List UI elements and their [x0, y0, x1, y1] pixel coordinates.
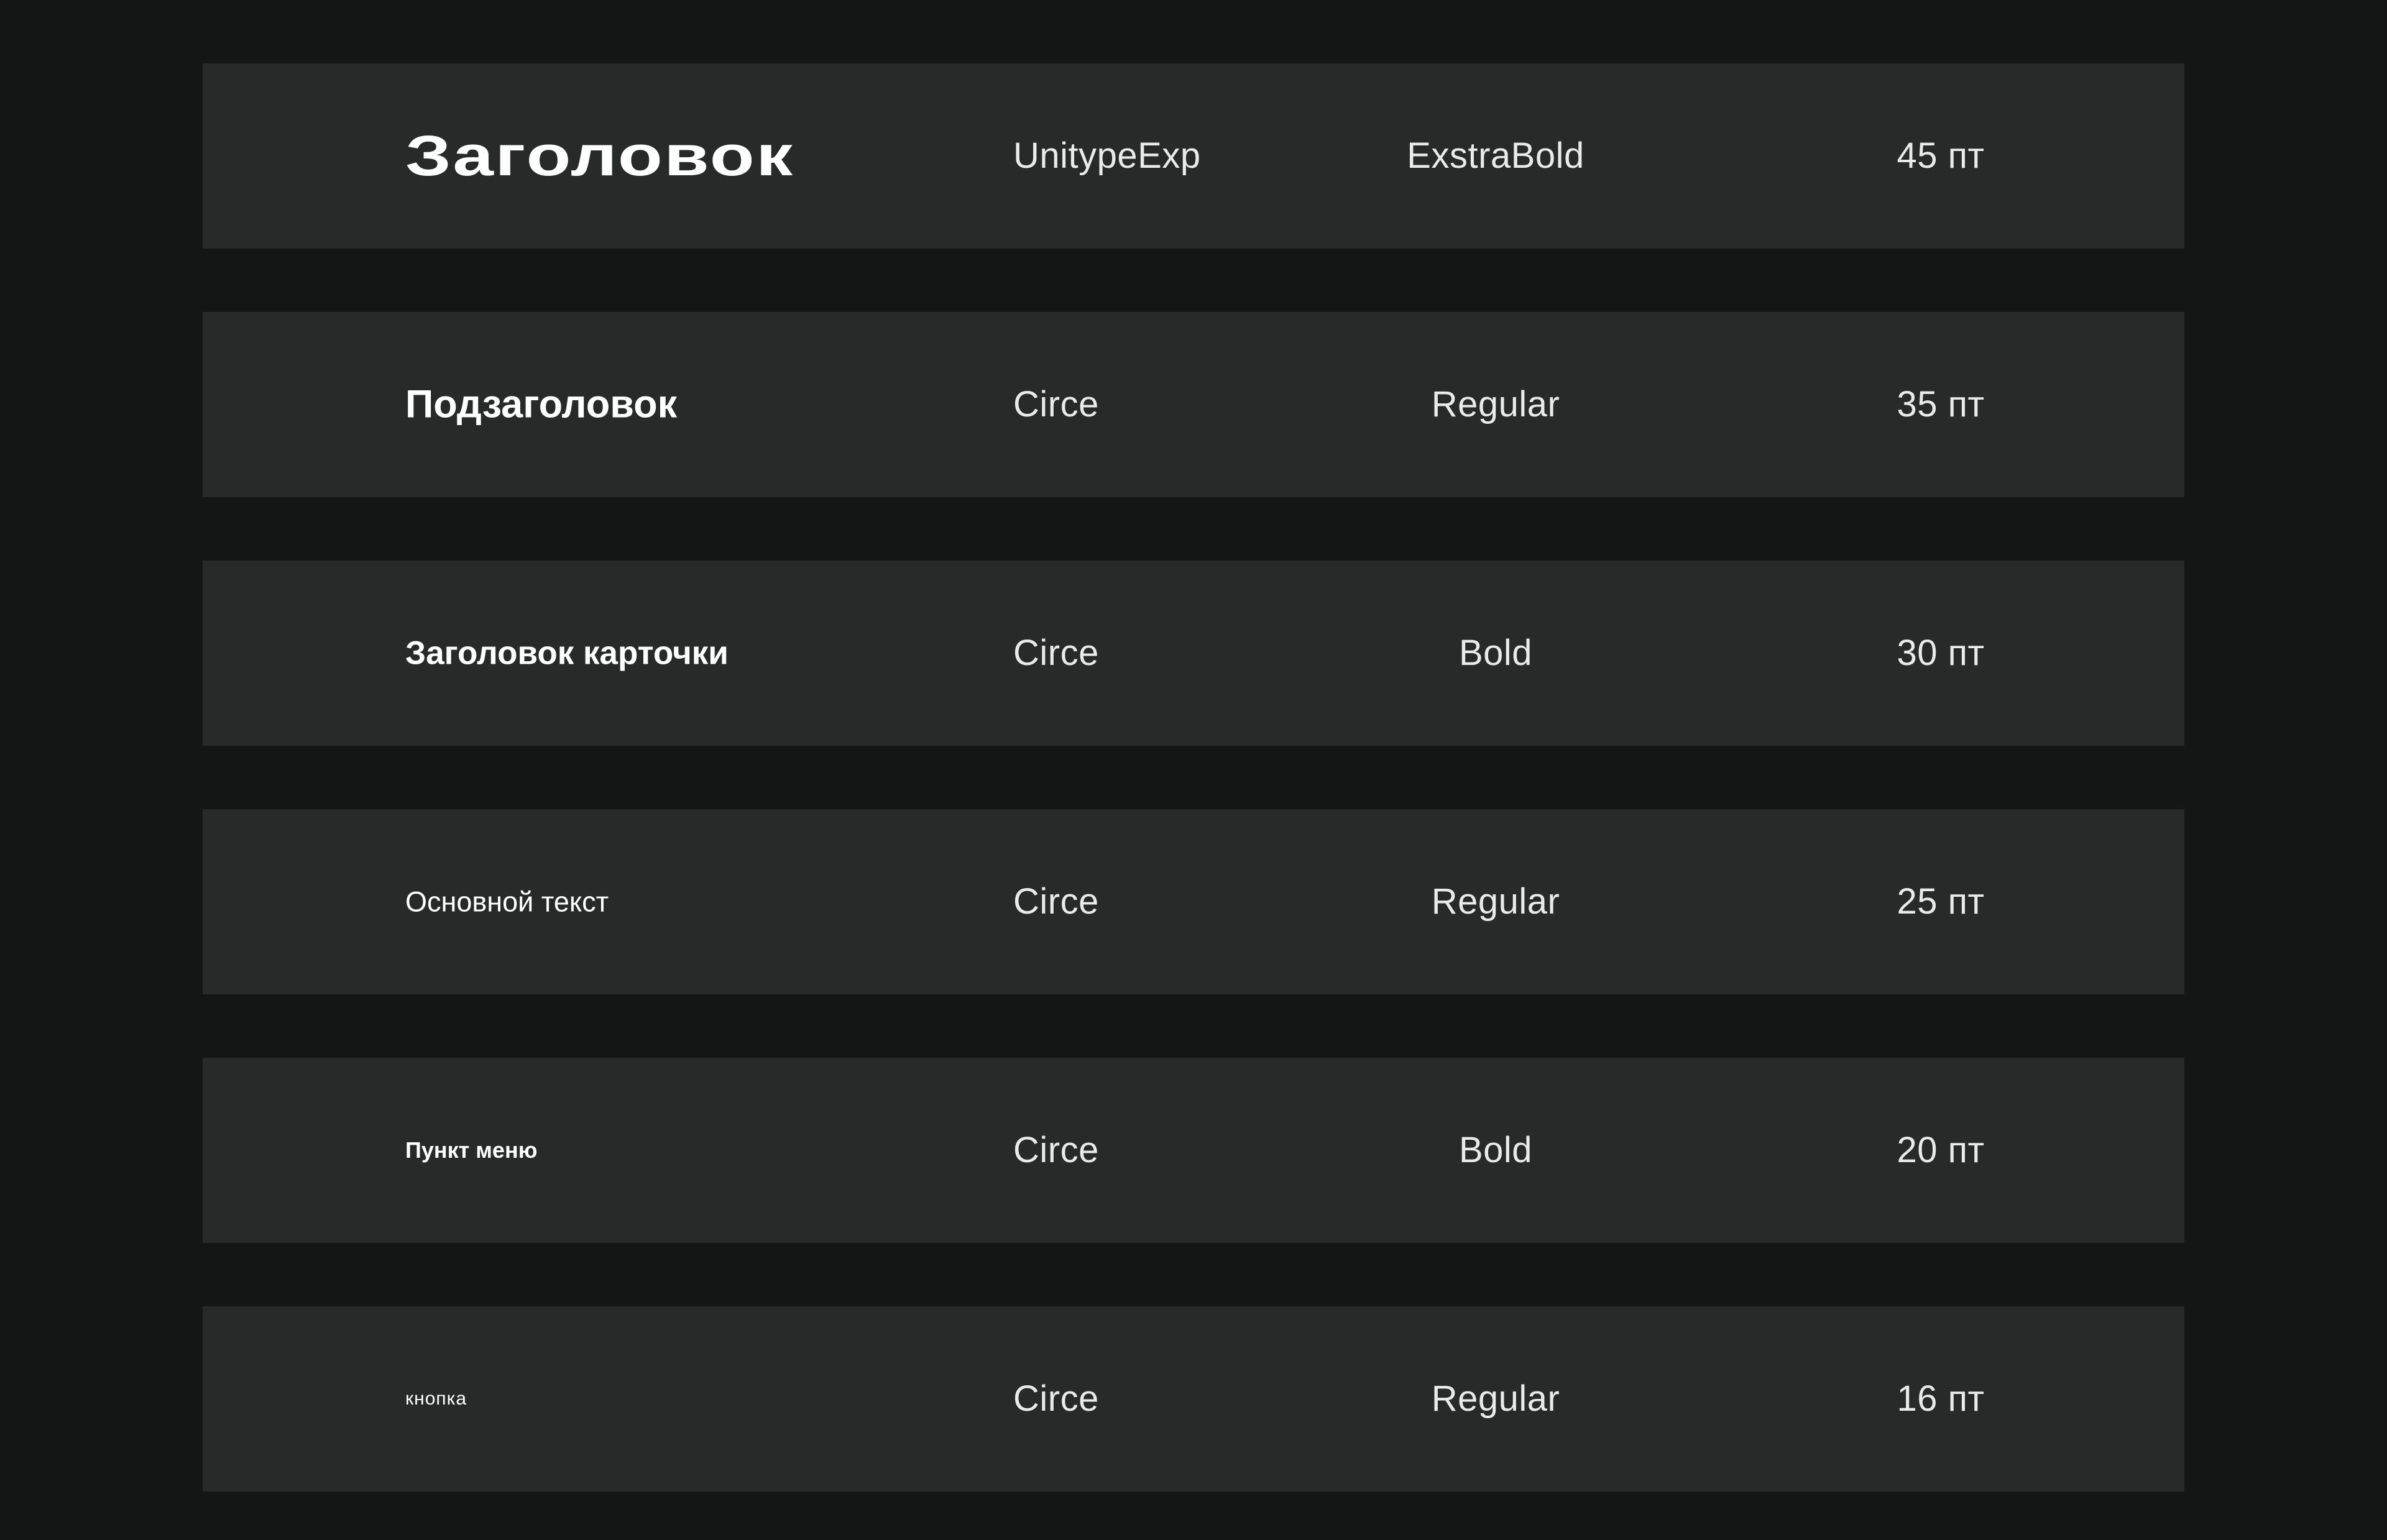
font-family-value: Circe	[1013, 1378, 1099, 1419]
sample-subheading: Подзаголовок	[405, 382, 678, 426]
font-family-value: Circe	[1013, 1130, 1099, 1170]
font-weight-value: Regular	[1431, 881, 1560, 922]
font-weight-value: ExstraBold	[1407, 135, 1584, 176]
type-row-subheading: Подзаголовок Circe Regular 35 пт	[203, 312, 2184, 497]
typography-table: Заголовок UnitypeExp ExstraBold 45 пт По…	[0, 0, 2387, 1540]
font-weight-value: Bold	[1458, 633, 1533, 673]
type-row-body-text: Основной текст Circe Regular 25 пт	[203, 809, 2184, 994]
sample-menu-item: Пункт меню	[405, 1137, 538, 1163]
font-size-value: 16 пт	[1897, 1378, 1985, 1419]
sample-heading: Заголовок	[405, 124, 794, 188]
type-row-button: кнопка Circe Regular 16 пт	[203, 1306, 2184, 1492]
font-weight-value: Regular	[1431, 1378, 1560, 1419]
font-size-value: 35 пт	[1897, 384, 1985, 424]
font-family-value: UnitypeExp	[1013, 135, 1201, 176]
type-row-menu-item: Пункт меню Circe Bold 20 пт	[203, 1058, 2184, 1243]
font-weight-value: Regular	[1431, 384, 1560, 424]
type-row-heading: Заголовок UnitypeExp ExstraBold 45 пт	[203, 63, 2184, 249]
type-row-card-heading: Заголовок карточки Circe Bold 30 пт	[203, 561, 2184, 746]
font-size-value: 30 пт	[1897, 633, 1985, 673]
font-size-value: 25 пт	[1897, 881, 1985, 922]
font-family-value: Circe	[1013, 881, 1099, 922]
sample-card-heading: Заголовок карточки	[405, 635, 729, 672]
font-size-value: 45 пт	[1897, 135, 1985, 176]
sample-body-text: Основной текст	[405, 886, 609, 918]
font-weight-value: Bold	[1458, 1130, 1533, 1170]
sample-button-text: кнопка	[405, 1388, 467, 1409]
font-family-value: Circe	[1013, 384, 1099, 424]
font-size-value: 20 пт	[1897, 1130, 1985, 1170]
font-family-value: Circe	[1013, 633, 1099, 673]
